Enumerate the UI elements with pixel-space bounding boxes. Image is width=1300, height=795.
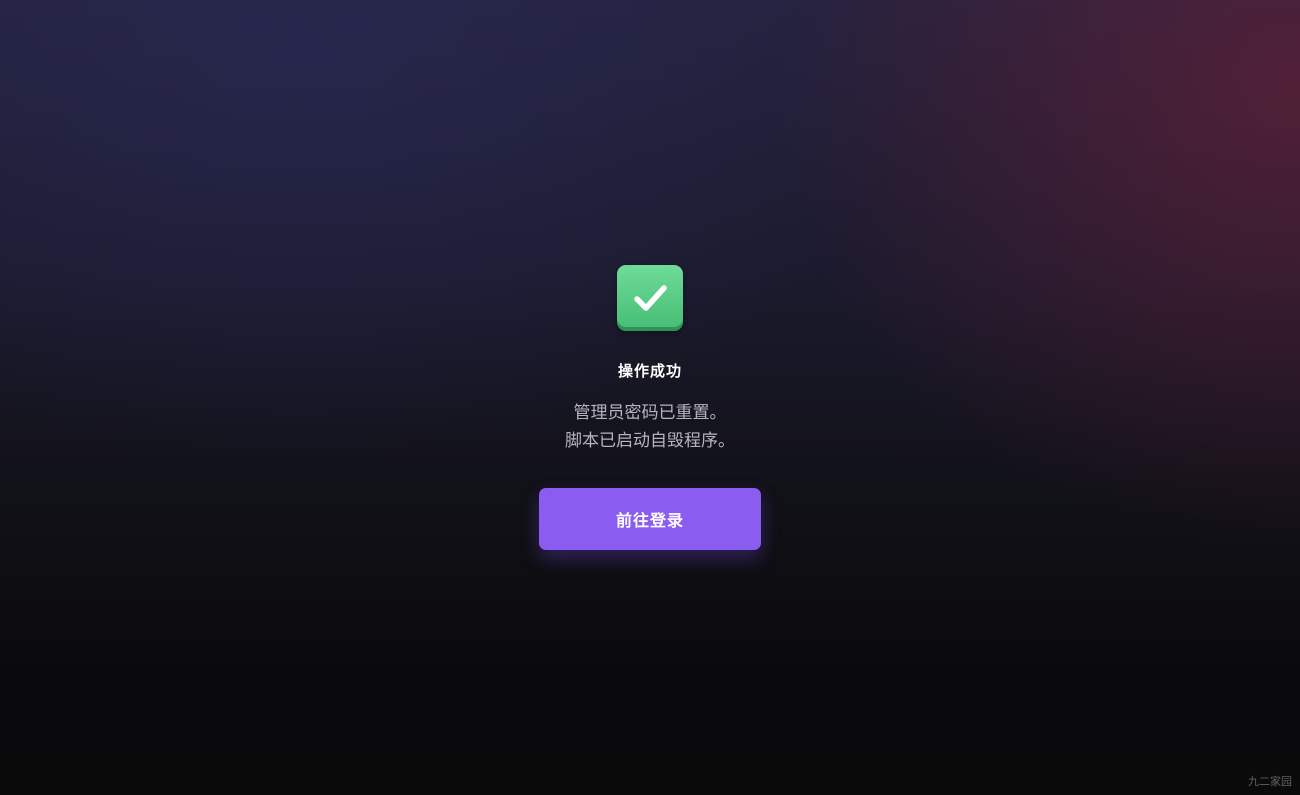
watermark: 九二家园 [1248,775,1292,788]
go-to-login-button[interactable]: 前往登录 [539,488,761,550]
success-panel: 操作成功 管理员密码已重置。 脚本已启动自毁程序。 前往登录 [0,265,1300,550]
check-mark-glyph [634,285,667,311]
success-message: 管理员密码已重置。 脚本已启动自毁程序。 [565,399,735,455]
message-line-password-reset: 管理员密码已重置。 [573,403,727,423]
success-title: 操作成功 [617,362,682,380]
success-screen: 操作成功 管理员密码已重置。 脚本已启动自毁程序。 前往登录 九二家园 [0,0,1300,795]
message-line-self-destruct: 脚本已启动自毁程序。 [565,431,735,451]
check-mark-icon [617,265,683,331]
